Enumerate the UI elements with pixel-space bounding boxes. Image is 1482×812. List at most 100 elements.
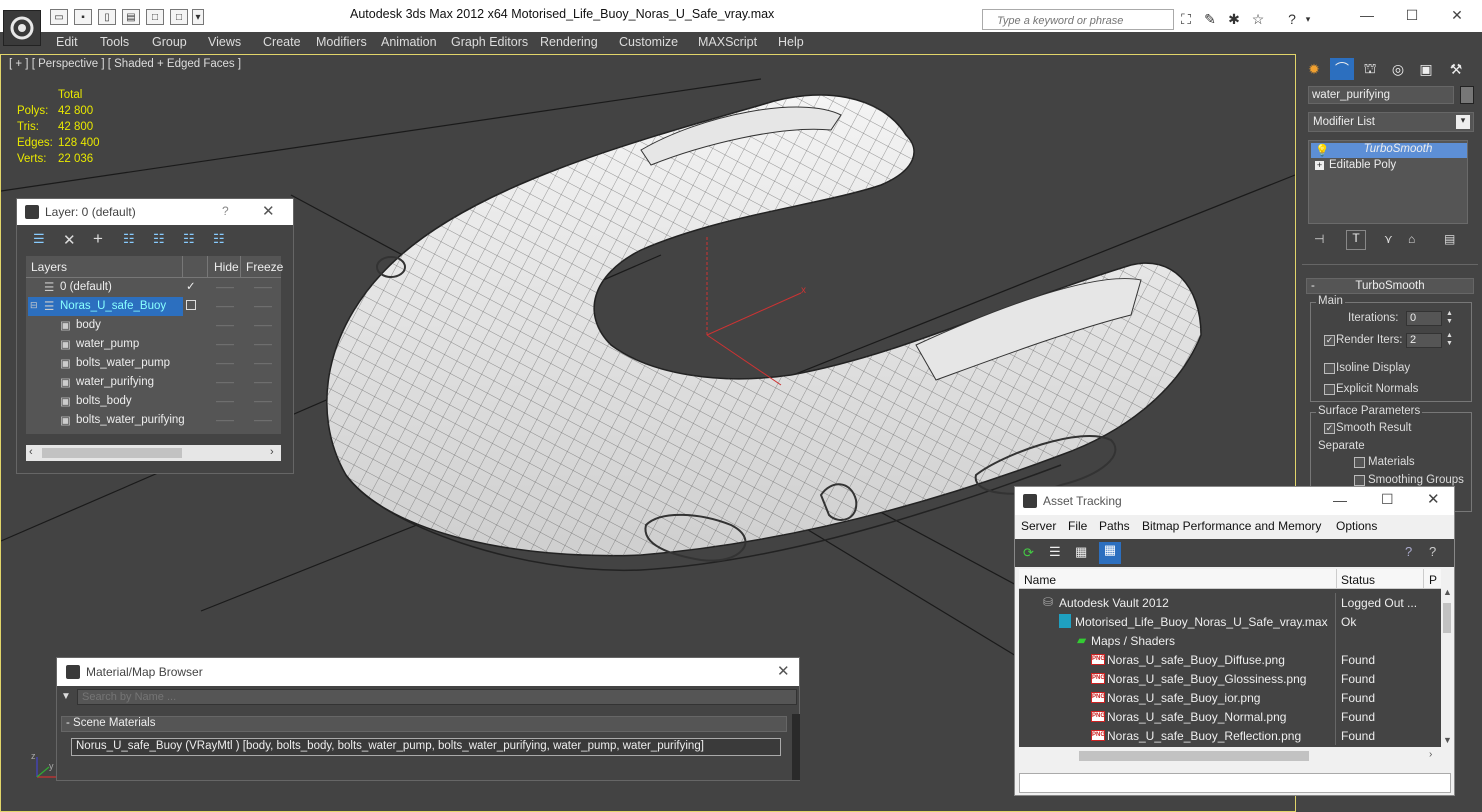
help-icon[interactable]: ?	[1405, 544, 1412, 559]
scroll-thumb[interactable]	[42, 448, 182, 458]
menu-file[interactable]: File	[1068, 519, 1087, 533]
chevron-down-icon[interactable]: ▾	[1456, 115, 1470, 129]
material-item[interactable]: Norus_U_safe_Buoy (VRayMtl ) [body, bolt…	[71, 738, 781, 756]
create-layer-icon[interactable]: ☰	[33, 231, 45, 247]
menu-options[interactable]: Options	[1336, 519, 1377, 533]
spinner-arrows-icon[interactable]: ▲ ▼	[1446, 310, 1453, 326]
vertical-scrollbar[interactable]	[792, 714, 800, 780]
qa-dropdown-icon[interactable]: ▾	[192, 9, 204, 25]
smooth-result-checkbox[interactable]: ✓	[1324, 423, 1335, 434]
add-to-layer-icon[interactable]: +	[93, 229, 103, 249]
menu-rendering[interactable]: Rendering	[540, 35, 598, 49]
scroll-thumb[interactable]	[1443, 603, 1451, 633]
pin-stack-icon[interactable]: ⊣	[1314, 232, 1324, 246]
scroll-right-icon[interactable]: ›	[270, 446, 274, 458]
layer-window-titlebar[interactable]: Layer: 0 (default) ? ✕	[17, 199, 293, 225]
freeze-toggle[interactable]: ——	[254, 282, 272, 292]
collapse-icon[interactable]: ⊟	[30, 300, 38, 311]
layer-row[interactable]: ☰ 0 (default) ✓ —— ——	[26, 278, 281, 297]
menu-help[interactable]: Help	[778, 35, 804, 49]
configure-sets-icon[interactable]: ▤	[1444, 232, 1455, 246]
column-status[interactable]: Status	[1341, 573, 1375, 587]
stack-item-turbosmooth[interactable]: 💡 TurboSmooth	[1311, 143, 1467, 158]
render-iters-spinner[interactable]: 2	[1406, 333, 1442, 348]
table-view-icon[interactable]: ▦	[1099, 542, 1121, 564]
minimize-icon[interactable]: —	[1333, 492, 1347, 508]
help-icon[interactable]: ?	[1282, 10, 1302, 28]
binoculars-icon[interactable]: ⛶	[1176, 10, 1196, 28]
freeze-toggle[interactable]: ——	[254, 415, 272, 425]
explicit-normals-checkbox[interactable]	[1324, 384, 1335, 395]
object-color-swatch[interactable]	[1460, 86, 1474, 104]
hide-toggle[interactable]: ——	[216, 396, 234, 406]
stack-item-editable-poly[interactable]: + Editable Poly	[1311, 159, 1467, 174]
asset-tracking-titlebar[interactable]: Asset Tracking — ☐ ✕	[1015, 487, 1454, 515]
maximize-icon[interactable]: ☐	[1397, 5, 1427, 25]
freeze-toggle[interactable]: ——	[254, 358, 272, 368]
column-path[interactable]: P	[1429, 573, 1437, 587]
menu-group[interactable]: Group	[152, 35, 187, 49]
expand-plus-icon[interactable]: +	[1315, 161, 1324, 170]
column-name[interactable]: Name	[1024, 573, 1056, 587]
spinner-arrows-icon[interactable]: ▲ ▼	[1446, 332, 1453, 348]
layer-object-row[interactable]: ▣ water_purifying —— ——	[26, 373, 281, 392]
menu-tools[interactable]: Tools	[100, 35, 129, 49]
project-icon[interactable]: □	[170, 9, 188, 25]
column-layers[interactable]: Layers	[31, 260, 67, 274]
layer-object-row[interactable]: ▣ bolts_water_purifying —— ——	[26, 411, 281, 430]
hide-toggle[interactable]: ——	[216, 415, 234, 425]
active-check-icon[interactable]: ✓	[186, 279, 196, 293]
vertical-scrollbar[interactable]: ▲ ▼	[1441, 587, 1454, 747]
search-input[interactable]	[982, 9, 1174, 30]
object-name-field[interactable]: water_purifying	[1308, 86, 1454, 104]
freeze-toggle[interactable]: ——	[254, 396, 272, 406]
isoline-display-checkbox[interactable]	[1324, 363, 1335, 374]
asset-row[interactable]: ⛁ Autodesk Vault 2012 Logged Out ...	[1019, 593, 1440, 612]
layer-row[interactable]: ⊟ ☰ Noras_U_safe_Buoy —— ——	[26, 297, 281, 316]
hide-toggle[interactable]: ——	[216, 339, 234, 349]
help-dropdown-icon[interactable]: ▾	[1302, 10, 1314, 28]
select-objects-icon[interactable]: ☷	[123, 231, 135, 247]
display-tab-icon[interactable]: ▣	[1414, 58, 1438, 80]
menu-graph-editors[interactable]: Graph Editors	[451, 35, 528, 49]
menu-paths[interactable]: Paths	[1099, 519, 1130, 533]
close-icon[interactable]: ✕	[1427, 490, 1440, 508]
refresh-icon[interactable]: ⟳	[1023, 545, 1034, 561]
create-tab-icon[interactable]: ✹	[1302, 58, 1326, 80]
delete-layer-icon[interactable]: ✕	[63, 231, 76, 249]
menu-create[interactable]: Create	[263, 35, 301, 49]
settings-help-icon[interactable]: ?	[1429, 544, 1436, 559]
new-scene-icon[interactable]: □	[146, 9, 164, 25]
hide-all-icon[interactable]: ☷	[183, 231, 195, 247]
menu-maxscript[interactable]: MAXScript	[698, 35, 757, 49]
hierarchy-tab-icon[interactable]: ⛫	[1358, 58, 1382, 80]
list-view-icon[interactable]: ☰	[1049, 544, 1061, 560]
render-iters-checkbox[interactable]: ✓	[1324, 335, 1335, 346]
iterations-spinner[interactable]: 0	[1406, 311, 1442, 326]
menu-modifiers[interactable]: Modifiers	[316, 35, 367, 49]
asset-path-field[interactable]	[1019, 773, 1451, 793]
app-logo-icon[interactable]	[3, 10, 41, 46]
minimize-icon[interactable]: —	[1352, 5, 1382, 25]
scene-materials-section[interactable]: - Scene Materials	[61, 716, 787, 732]
hide-toggle[interactable]: ——	[216, 301, 234, 311]
hide-toggle[interactable]: ——	[216, 377, 234, 387]
make-unique-icon[interactable]: ⋎	[1384, 232, 1393, 246]
layer-object-row[interactable]: ▣ bolts_body —— ——	[26, 392, 281, 411]
separate-smoothing-checkbox[interactable]	[1354, 475, 1365, 486]
asset-row[interactable]: PNG Noras_U_safe_Buoy_ior.png Found	[1019, 688, 1440, 707]
scroll-thumb[interactable]	[1079, 751, 1309, 761]
menu-animation[interactable]: Animation	[381, 35, 437, 49]
layer-object-row[interactable]: ▣ body —— ——	[26, 316, 281, 335]
scroll-right-icon[interactable]: ›	[1429, 749, 1432, 760]
material-browser-titlebar[interactable]: Material/Map Browser ✕	[57, 658, 799, 686]
column-freeze[interactable]: Freeze	[246, 260, 283, 274]
maximize-icon[interactable]: ☐	[1381, 491, 1394, 508]
options-dropdown-icon[interactable]: ▼	[61, 691, 71, 702]
favorites-icon[interactable]: ☆	[1248, 10, 1268, 28]
viewport-label[interactable]: [ + ] [ Perspective ] [ Shaded + Edged F…	[9, 58, 241, 70]
freeze-all-icon[interactable]: ☷	[213, 231, 225, 247]
layer-object-row[interactable]: ▣ water_pump —— ——	[26, 335, 281, 354]
undo-icon[interactable]: ▯	[98, 9, 116, 25]
layer-object-row[interactable]: ▣ bolts_water_pump —— ——	[26, 354, 281, 373]
